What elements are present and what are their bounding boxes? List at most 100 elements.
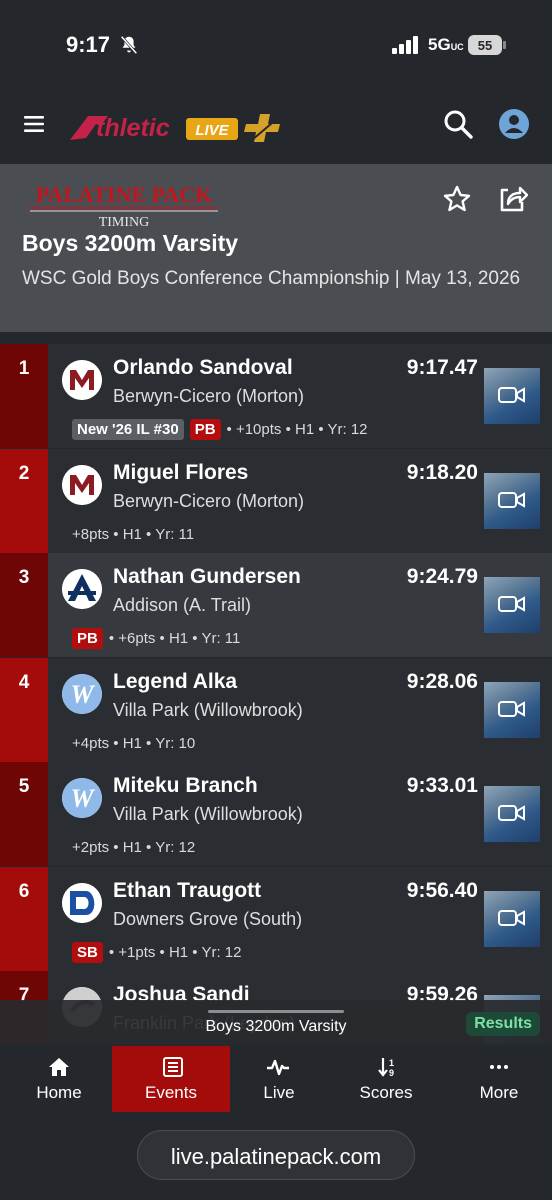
- meta-text: • +10pts • H1 • Yr: 12: [226, 420, 368, 438]
- results-button[interactable]: Results: [466, 1012, 540, 1036]
- svg-text:PALATINE PACK: PALATINE PACK: [36, 182, 213, 207]
- team-name: Berwyn-Cicero (Morton): [113, 386, 305, 406]
- result-time: 9:17.47: [406, 356, 478, 379]
- svg-text:9: 9: [389, 1068, 394, 1078]
- favorite-star-icon[interactable]: [442, 184, 472, 214]
- video-camera-icon: [498, 701, 525, 717]
- athlete-name[interactable]: Ethan Traugott: [113, 879, 261, 903]
- place-number: 6: [18, 881, 30, 902]
- event-title: Boys 3200m Varsity: [22, 230, 239, 256]
- athlete-name[interactable]: Orlando Sandoval: [113, 356, 293, 380]
- account-icon[interactable]: [498, 108, 530, 140]
- video-camera-icon: [498, 910, 525, 926]
- results-list: 1 Orlando Sandoval 9:17.47 Berwyn-Cicero…: [0, 344, 552, 1044]
- ellipsis-icon: [490, 1065, 508, 1069]
- svg-text:TIMING: TIMING: [99, 215, 150, 230]
- place-number: 1: [18, 358, 30, 379]
- result-meta: SB • +1pts • H1 • Yr: 12: [72, 941, 241, 963]
- team-logo: [62, 569, 102, 609]
- place-cell: 4: [0, 658, 48, 762]
- result-time: 9:28.06: [406, 670, 478, 693]
- meta-text: • +1pts • H1 • Yr: 12: [108, 943, 242, 961]
- meta-text: +2pts • H1 • Yr: 12: [72, 838, 196, 856]
- nav-more[interactable]: More: [440, 1046, 552, 1112]
- video-thumbnail[interactable]: [484, 786, 540, 842]
- athletic-live-logo[interactable]: thletic LIVE: [68, 104, 308, 150]
- video-camera-icon: [498, 805, 525, 821]
- nav-events[interactable]: Events: [112, 1046, 230, 1112]
- result-meta: +4pts • H1 • Yr: 10: [72, 732, 195, 754]
- result-meta: PB • +6pts • H1 • Yr: 11: [72, 627, 240, 649]
- result-meta: New '26 IL #30 PB • +10pts • H1 • Yr: 12: [72, 418, 368, 440]
- video-camera-icon: [498, 492, 525, 508]
- search-icon[interactable]: [442, 108, 474, 140]
- url-field[interactable]: live.palatinepack.com: [137, 1130, 415, 1180]
- record-badge: PB: [72, 627, 103, 649]
- place-cell: 3: [0, 553, 48, 657]
- nav-home[interactable]: Home: [0, 1046, 118, 1112]
- video-thumbnail[interactable]: [484, 682, 540, 738]
- athlete-name[interactable]: Miteku Branch: [113, 774, 258, 798]
- result-row[interactable]: 1 Orlando Sandoval 9:17.47 Berwyn-Cicero…: [0, 344, 552, 448]
- result-time: 9:56.40: [406, 879, 478, 902]
- team-logo: [62, 465, 102, 505]
- network-label: 5GUC: [428, 35, 464, 54]
- video-thumbnail[interactable]: [484, 577, 540, 633]
- record-badge: SB: [72, 941, 103, 963]
- athlete-name[interactable]: Miguel Flores: [113, 461, 248, 485]
- bottom-nav: Home Events Live 1 9 Scores More: [0, 1046, 552, 1112]
- result-row[interactable]: 3 Nathan Gundersen 9:24.79 Addison (A. T…: [0, 553, 552, 657]
- team-name: Downers Grove (South): [113, 909, 303, 929]
- nav-scores-label: Scores: [359, 1083, 413, 1102]
- place-number: 2: [18, 463, 30, 484]
- record-badge: PB: [189, 418, 221, 440]
- video-camera-icon: [498, 387, 525, 403]
- result-meta: +2pts • H1 • Yr: 12: [72, 836, 195, 858]
- team-logo: [62, 360, 102, 400]
- menu-icon[interactable]: [22, 112, 48, 136]
- result-time: 9:33.01: [406, 774, 478, 797]
- pulse-icon: [267, 1059, 289, 1076]
- app-header: thletic LIVE: [0, 92, 552, 164]
- athlete-name[interactable]: Legend Alka: [113, 670, 237, 694]
- svg-text:W: W: [70, 784, 95, 813]
- browser-url-bar: live.palatinepack.com: [0, 1112, 552, 1200]
- nav-home-label: Home: [36, 1083, 82, 1102]
- nav-live[interactable]: Live: [220, 1046, 338, 1112]
- video-thumbnail[interactable]: [484, 473, 540, 529]
- drag-handle[interactable]: [208, 1010, 344, 1013]
- signal-icon: [392, 36, 418, 54]
- event-header: PALATINE PACK TIMING Boys 3200m Varsity …: [0, 164, 552, 332]
- place-cell: 5: [0, 762, 48, 866]
- svg-text:1: 1: [389, 1058, 394, 1068]
- share-icon[interactable]: [496, 182, 528, 214]
- result-row[interactable]: 5 W Miteku Branch 9:33.01 Villa Park (Wi…: [0, 762, 552, 866]
- place-cell: 1: [0, 344, 48, 448]
- team-logo: W: [62, 778, 102, 818]
- place-number: 5: [18, 776, 30, 797]
- palatine-pack-logo: PALATINE PACK TIMING: [30, 182, 218, 230]
- nav-live-label: Live: [263, 1083, 295, 1102]
- video-thumbnail[interactable]: [484, 891, 540, 947]
- result-row[interactable]: 6 Ethan Traugott 9:56.40 Downers Grove (…: [0, 867, 552, 971]
- place-number: 4: [18, 672, 30, 693]
- athlete-name[interactable]: Nathan Gundersen: [113, 565, 301, 589]
- home-icon: [49, 1058, 69, 1076]
- nav-more-label: More: [479, 1083, 519, 1102]
- muted-bell-icon: [120, 35, 138, 55]
- battery-level: 55: [478, 38, 492, 53]
- svg-text:thletic: thletic: [96, 114, 170, 142]
- ranking-badge: New '26 IL #30: [72, 418, 184, 440]
- mini-event-bar[interactable]: Boys 3200m Varsity Results: [0, 1000, 552, 1046]
- result-row[interactable]: 2 Miguel Flores 9:18.20 Berwyn-Cicero (M…: [0, 449, 552, 553]
- team-name: Berwyn-Cicero (Morton): [113, 491, 305, 511]
- event-subtitle: WSC Gold Boys Conference Championship | …: [22, 268, 521, 289]
- video-thumbnail[interactable]: [484, 368, 540, 424]
- team-name: Villa Park (Willowbrook): [113, 700, 303, 720]
- team-name: Addison (A. Trail): [113, 595, 252, 615]
- svg-text:LIVE: LIVE: [195, 122, 229, 139]
- result-row[interactable]: 4 W Legend Alka 9:28.06 Villa Park (Will…: [0, 658, 552, 762]
- nav-scores[interactable]: 1 9 Scores: [327, 1046, 445, 1112]
- result-time: 9:18.20: [406, 461, 478, 484]
- video-camera-icon: [498, 596, 525, 612]
